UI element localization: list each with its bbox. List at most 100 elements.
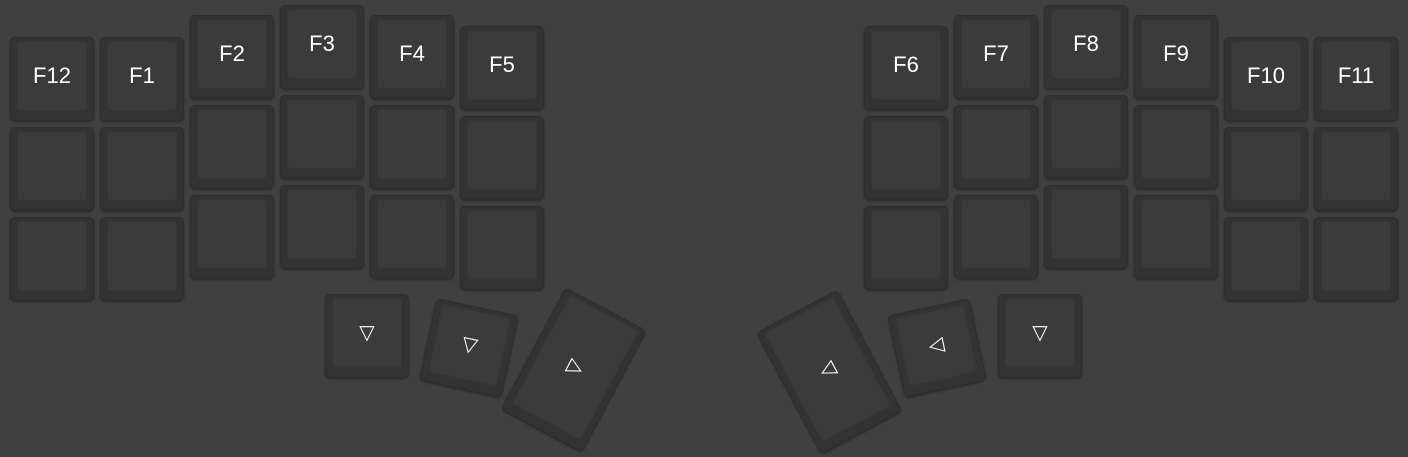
key-label: F11: [1337, 63, 1375, 88]
left-key-r2-c3[interactable]: [190, 105, 274, 189]
right-key-r2-c5[interactable]: [1224, 127, 1308, 211]
left-key-r2-c1[interactable]: [10, 127, 94, 211]
left-key-r3-c2[interactable]: [100, 217, 184, 301]
right-thumb-key-2[interactable]: ◁: [887, 298, 987, 398]
right-key-r1-c6[interactable]: F11: [1314, 37, 1398, 121]
right-key-r1-c1[interactable]: F6: [864, 26, 948, 110]
keycap-top: [287, 99, 357, 169]
left-key-r3-c6[interactable]: [460, 206, 544, 290]
keycap-top: F8: [1051, 9, 1121, 79]
left-key-r1-c5[interactable]: F4: [370, 15, 454, 99]
keycap-top: [107, 131, 177, 201]
keycap-top: ▽: [332, 298, 402, 368]
key-label: F5: [489, 52, 515, 77]
keycap-top: F12: [17, 41, 87, 111]
right-key-r2-c4[interactable]: [1134, 105, 1218, 189]
right-key-r3-c3[interactable]: [1044, 185, 1128, 269]
keycap-top: [871, 210, 941, 280]
keycap-top: F9: [1141, 19, 1211, 89]
split-keyboard-layout: F12 F1 F2 F3 F4 F5 ▽ ▽ ▷ F6 F7 F8 F9 F10 F11 ◁ ◁ ▽: [0, 0, 1408, 457]
keycap-top: [961, 109, 1031, 179]
left-key-r3-c1[interactable]: [10, 217, 94, 301]
right-key-r1-c2[interactable]: F7: [954, 15, 1038, 99]
right-key-r1-c4[interactable]: F9: [1134, 15, 1218, 99]
left-key-r1-c3[interactable]: F2: [190, 15, 274, 99]
left-thumb-key-1[interactable]: ▽: [325, 294, 409, 378]
keycap-top: F6: [871, 30, 941, 100]
right-key-r3-c4[interactable]: [1134, 195, 1218, 279]
keycap-top: [871, 120, 941, 190]
left-key-r3-c4[interactable]: [280, 185, 364, 269]
keycap-top: F2: [197, 19, 267, 89]
right-key-r3-c2[interactable]: [954, 195, 1038, 279]
keycap-top: F1: [107, 41, 177, 111]
right-key-r3-c6[interactable]: [1314, 217, 1398, 301]
keycap-top: F3: [287, 9, 357, 79]
key-label: F9: [1163, 41, 1189, 66]
keycap-top: [1321, 221, 1391, 291]
right-key-r2-c3[interactable]: [1044, 95, 1128, 179]
key-label: ▽: [459, 332, 480, 358]
key-label: F8: [1073, 31, 1099, 56]
key-label: ▷: [563, 354, 588, 381]
keycap-top: F7: [961, 19, 1031, 89]
key-label: F1: [129, 63, 155, 88]
key-label: F6: [893, 52, 919, 77]
right-key-r3-c1[interactable]: [864, 206, 948, 290]
keycap-top: [197, 199, 267, 269]
right-key-r2-c6[interactable]: [1314, 127, 1398, 211]
left-key-r1-c2[interactable]: F1: [100, 37, 184, 121]
keycap-top: ▽: [1005, 298, 1075, 368]
right-key-r1-c3[interactable]: F8: [1044, 5, 1128, 89]
keycap-top: F5: [467, 30, 537, 100]
key-label: F4: [399, 41, 425, 66]
keycap-top: [1231, 221, 1301, 291]
right-key-r2-c2[interactable]: [954, 105, 1038, 189]
left-thumb-key-2[interactable]: ▽: [419, 298, 519, 398]
key-label: ◁: [815, 356, 840, 383]
key-label: ▽: [359, 322, 375, 344]
key-label: ▽: [1032, 322, 1048, 344]
keycap-top: [467, 210, 537, 280]
keycap-top: F10: [1231, 41, 1301, 111]
right-thumb-key-1[interactable]: ◁: [755, 289, 903, 455]
left-key-r2-c6[interactable]: [460, 116, 544, 200]
right-key-r1-c5[interactable]: F10: [1224, 37, 1308, 121]
keycap-top: [1141, 199, 1211, 269]
right-key-r3-c5[interactable]: [1224, 217, 1308, 301]
keycap-top: [197, 109, 267, 179]
left-key-r2-c5[interactable]: [370, 105, 454, 189]
key-label: F7: [983, 41, 1009, 66]
keycap-top: F11: [1321, 41, 1391, 111]
left-key-r1-c1[interactable]: F12: [10, 37, 94, 121]
left-key-r2-c2[interactable]: [100, 127, 184, 211]
key-label: ◁: [926, 332, 947, 358]
right-key-r2-c1[interactable]: [864, 116, 948, 200]
keycap-top: [377, 199, 447, 269]
keycap-top: ▷: [511, 294, 639, 441]
left-key-r1-c4[interactable]: F3: [280, 5, 364, 89]
left-key-r2-c4[interactable]: [280, 95, 364, 179]
keycap-top: [1051, 99, 1121, 169]
keycap-top: [17, 221, 87, 291]
keycap-top: [287, 189, 357, 259]
left-key-r3-c3[interactable]: [190, 195, 274, 279]
left-thumb-key-3[interactable]: ▷: [500, 287, 648, 453]
keycap-top: [107, 221, 177, 291]
key-label: F12: [33, 63, 71, 88]
keycap-top: ◁: [894, 303, 978, 387]
key-label: F3: [309, 31, 335, 56]
keycap-top: F4: [377, 19, 447, 89]
keycap-top: [1051, 189, 1121, 259]
keycap-top: [377, 109, 447, 179]
keycap-top: [1231, 131, 1301, 201]
right-thumb-key-3[interactable]: ▽: [998, 294, 1082, 378]
left-key-r1-c6[interactable]: F5: [460, 26, 544, 110]
keycap-top: [1141, 109, 1211, 179]
keycap-top: [961, 199, 1031, 269]
keycap-top: [467, 120, 537, 190]
left-key-r3-c5[interactable]: [370, 195, 454, 279]
key-label: F10: [1247, 63, 1285, 88]
keycap-top: ▽: [428, 303, 512, 387]
keycap-top: [17, 131, 87, 201]
